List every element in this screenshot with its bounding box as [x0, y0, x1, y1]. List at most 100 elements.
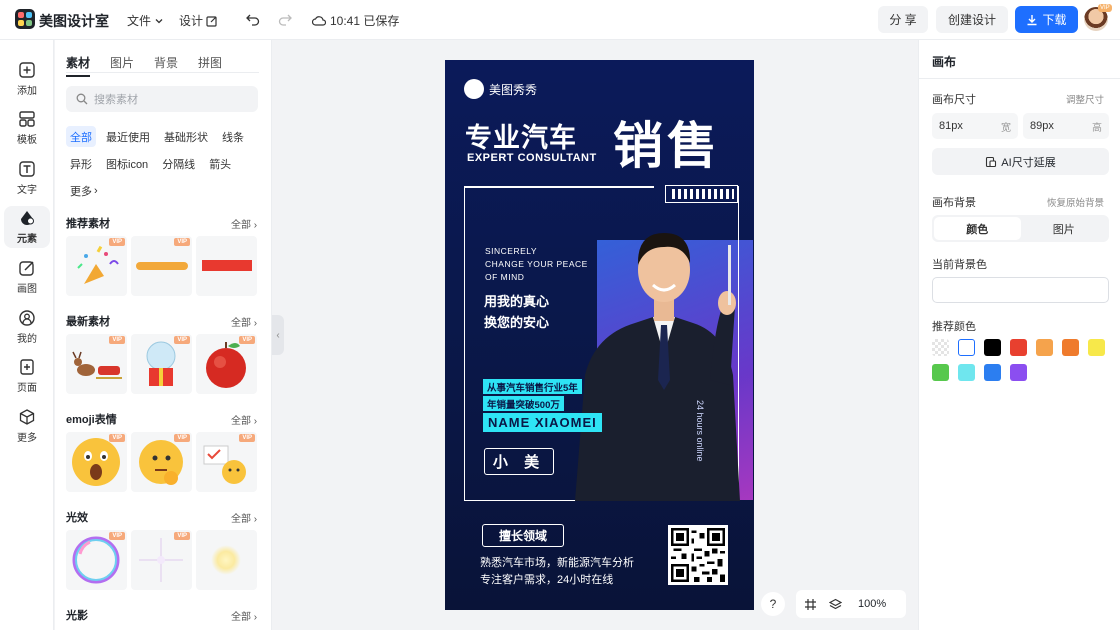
rail-item-add[interactable]: 添加 [4, 58, 50, 100]
page-add-icon [20, 359, 34, 375]
tag-basic-shapes[interactable]: 基础形状 [160, 126, 212, 147]
party-popper-sticker[interactable]: VIP [66, 236, 127, 296]
swatch-black[interactable] [984, 339, 1001, 356]
create-design-button[interactable]: 创建设计 [936, 6, 1008, 33]
segment-image[interactable]: 图片 [1021, 217, 1108, 240]
chevron-left-icon: ‹ [276, 329, 280, 341]
tag-all[interactable]: 全部 [66, 126, 96, 147]
section-all-link[interactable]: 全部 › [231, 216, 257, 231]
poster-brand[interactable]: 美图秀秀 [464, 79, 537, 99]
scared-emoji-sticker[interactable]: VIP [66, 432, 127, 492]
divider [919, 78, 1120, 79]
ai-resize-button[interactable]: AI尺寸延展 [932, 148, 1109, 175]
skill-title-box[interactable]: 擅长领域 [482, 524, 564, 547]
tag-lines[interactable]: 线条 [218, 126, 248, 147]
sales-volume-tag[interactable]: 年销量突破500万 [483, 396, 564, 411]
swatch-orange[interactable] [1062, 339, 1079, 356]
en-line: OF MIND [485, 272, 525, 282]
download-button[interactable]: 下载 [1015, 6, 1078, 33]
thumb-row: VIP VIP [66, 236, 257, 296]
name-cn-box[interactable]: 小 美 [484, 448, 554, 475]
tag-recent[interactable]: 最近使用 [102, 126, 154, 147]
rail-item-more[interactable]: 更多 [4, 405, 50, 447]
app-logo-icon[interactable] [15, 9, 35, 29]
poster-title-right[interactable]: 销售 [613, 106, 721, 178]
qr-code[interactable] [668, 525, 728, 585]
section-all-link[interactable]: 全部 › [231, 608, 257, 623]
tab-materials[interactable]: 素材 [66, 54, 91, 77]
sparkle-light-effect[interactable]: VIP [131, 530, 192, 590]
app-title[interactable]: 美图设计室 [39, 11, 109, 31]
segment-color[interactable]: 颜色 [934, 217, 1021, 240]
design-menu[interactable]: 设计 [179, 12, 218, 29]
poster-cn-tagline[interactable]: 用我的真心 换您的安心 [484, 291, 549, 333]
zoom-level[interactable]: 100% [858, 598, 886, 610]
share-button[interactable]: 分 享 [878, 6, 928, 33]
section-all-link[interactable]: 全部 › [231, 314, 257, 329]
snow-globe-gift-sticker[interactable]: VIP [131, 334, 192, 394]
search-input[interactable]: 搜索素材 [66, 86, 258, 112]
thinking-emoji-sticker[interactable]: VIP [131, 432, 192, 492]
rail-item-mine[interactable]: 我的 [4, 306, 50, 348]
tag-more[interactable]: 更多 › [66, 180, 102, 201]
adjust-size-link[interactable]: 调整尺寸 [1066, 92, 1104, 106]
reindeer-sleigh-sticker[interactable]: VIP [66, 334, 127, 394]
user-icon [19, 310, 35, 326]
tag-dividers[interactable]: 分隔线 [158, 153, 199, 174]
swatch-purple[interactable] [1010, 364, 1027, 381]
poster-title-left[interactable]: 专业汽车 [465, 116, 577, 155]
height-value: 89px [1030, 120, 1054, 132]
skill-description[interactable]: 熟悉汽车市场，新能源汽车分析 专注客户需求，24小时在线 [480, 555, 634, 589]
section-title: emoji表情 [66, 414, 117, 426]
barcode-decoration[interactable] [665, 185, 738, 203]
red-bar-sticker[interactable] [196, 236, 257, 296]
rail-item-page[interactable]: 页面 [4, 355, 50, 397]
checklist-emoji-sticker[interactable]: VIP [196, 432, 257, 492]
poster-canvas[interactable]: 美图秀秀 专业汽车 EXPERT CONSULTANT 销售 SINCERELY… [445, 60, 754, 610]
glow-light-effect[interactable] [196, 530, 257, 590]
tag-irregular[interactable]: 异形 [66, 153, 96, 174]
cloud-saved-icon [312, 15, 326, 26]
section-all-link[interactable]: 全部 › [231, 510, 257, 525]
brush-stroke-sticker[interactable]: VIP [131, 236, 192, 296]
tab-images[interactable]: 图片 [110, 54, 134, 77]
poster-en-tagline[interactable]: SINCERELY CHANGE YOUR PEACE OF MIND [485, 245, 588, 284]
swatch-cyan[interactable] [958, 364, 975, 381]
rail-item-elements[interactable]: 元素 [4, 206, 50, 248]
rail-item-draw[interactable]: 画图 [4, 256, 50, 298]
swatch-red[interactable] [1010, 339, 1027, 356]
undo-icon[interactable] [244, 10, 262, 28]
poster-title-en[interactable]: EXPERT CONSULTANT [467, 152, 597, 164]
online-vertical-text[interactable]: 24 hours online [695, 400, 705, 462]
width-field[interactable]: 81px 宽 [932, 113, 1018, 139]
swatch-blue[interactable] [984, 364, 1001, 381]
collapse-panel-button[interactable]: ‹ [272, 315, 284, 355]
layers-icon[interactable] [829, 598, 842, 611]
tab-collage[interactable]: 拼图 [198, 54, 222, 77]
current-bg-color-picker[interactable] [932, 277, 1109, 303]
tag-arrows[interactable]: 箭头 [205, 153, 235, 174]
redo-icon[interactable] [276, 10, 294, 28]
swatch-green[interactable] [932, 364, 949, 381]
rail-item-template[interactable]: 模板 [4, 107, 50, 149]
swatch-white[interactable] [958, 339, 975, 356]
restore-bg-link[interactable]: 恢复原始背景 [1047, 195, 1104, 209]
bubble-light-effect[interactable]: VIP [66, 530, 127, 590]
en-line: SINCERELY [485, 246, 538, 256]
rail-item-text[interactable]: 文字 [4, 157, 50, 199]
height-field[interactable]: 89px 高 [1023, 113, 1109, 139]
swatch-yellow[interactable] [1088, 339, 1105, 356]
red-apple-sticker[interactable]: VIP [196, 334, 257, 394]
file-menu[interactable]: 文件 [127, 12, 164, 29]
swatch-transparent[interactable] [932, 339, 949, 356]
salesman-photo[interactable] [575, 205, 745, 501]
experience-tag[interactable]: 从事汽车销售行业5年 [483, 379, 582, 394]
section-all-link[interactable]: 全部 › [231, 412, 257, 427]
swatch-light-orange[interactable] [1036, 339, 1053, 356]
grid-icon[interactable] [804, 598, 817, 611]
help-button[interactable]: ? [761, 592, 785, 616]
text-icon [19, 161, 35, 177]
tab-backgrounds[interactable]: 背景 [154, 54, 178, 77]
tag-icons[interactable]: 图标icon [102, 153, 152, 174]
name-tag[interactable]: NAME XIAOMEI [483, 413, 602, 432]
